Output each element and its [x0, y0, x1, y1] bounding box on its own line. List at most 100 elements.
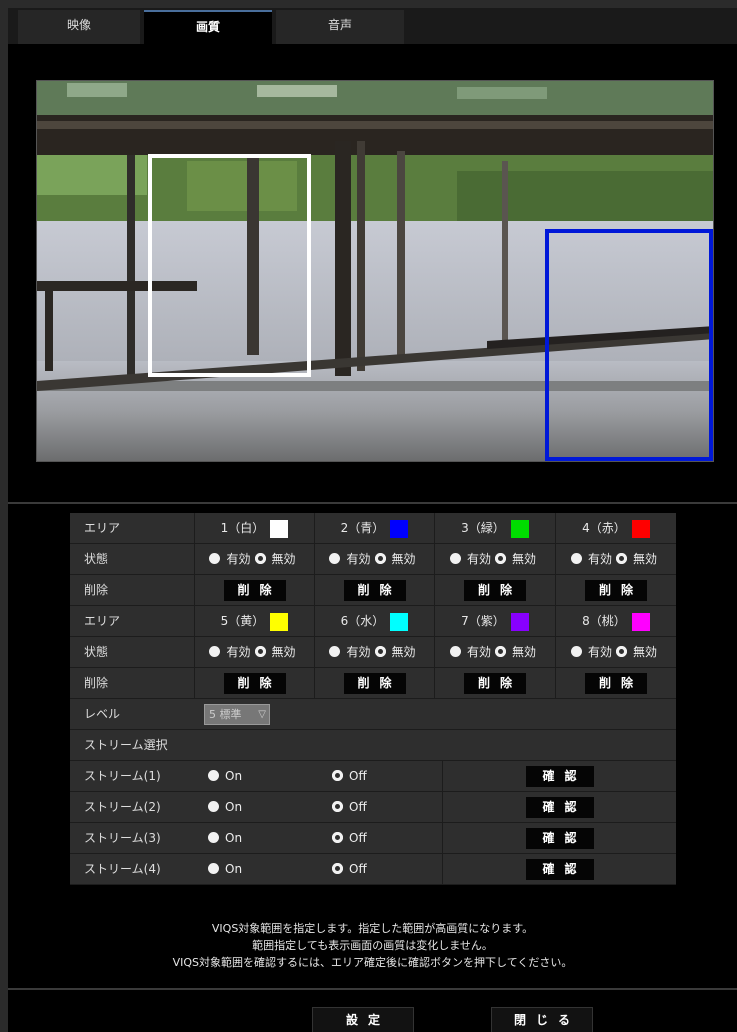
stream-section-label: ストリーム選択	[84, 738, 168, 752]
status-area-6: 有効 無効	[314, 637, 434, 668]
enable-radio[interactable]	[570, 553, 582, 564]
color-swatch-cyan	[390, 612, 409, 631]
status-area-1: 有効 無効	[194, 544, 314, 575]
stream-off-radio[interactable]	[332, 863, 343, 874]
color-swatch-green	[510, 519, 529, 538]
color-swatch-white	[270, 519, 289, 538]
area-label: エリア	[84, 521, 121, 535]
delete-area-8-button[interactable]: 削除	[585, 673, 647, 694]
preview-image	[37, 81, 713, 461]
status-row-1: 状態 有効 無効 有効 無効 有効 無効 有効 無効	[70, 544, 676, 575]
status-label: 状態	[84, 552, 109, 566]
delete-label: 削除	[84, 583, 109, 597]
level-select[interactable]: 5 標準 ▽	[204, 704, 270, 725]
status-area-3: 有効 無効	[434, 544, 555, 575]
disable-radio[interactable]	[495, 553, 506, 564]
stream-on-radio[interactable]	[208, 832, 219, 843]
footer-divider	[8, 988, 737, 990]
stream-off-radio[interactable]	[332, 770, 343, 781]
delete-area-6-button[interactable]: 削除	[343, 673, 406, 694]
level-row: レベル 5 標準 ▽	[70, 699, 676, 730]
tab-image-quality[interactable]: 画質	[144, 10, 272, 44]
area-label: エリア	[84, 614, 121, 628]
area-row-1: エリア 1（白） 2（青） 3（緑） 4（赤）	[70, 513, 676, 544]
disable-radio[interactable]	[495, 646, 506, 657]
area-5-header: 5（黄）	[194, 606, 314, 637]
status-row-2: 状態 有効 無効 有効 無効 有効 無効 有効 無効	[70, 637, 676, 668]
delete-area-2-button[interactable]: 削除	[343, 580, 406, 601]
status-label: 状態	[84, 645, 109, 659]
color-swatch-pink	[631, 612, 650, 631]
confirm-button[interactable]: 確認	[525, 859, 594, 880]
level-label: レベル	[84, 707, 121, 721]
disable-radio[interactable]	[254, 553, 266, 564]
stream-label: ストリーム(3)	[84, 831, 161, 845]
divider	[8, 502, 737, 504]
delete-area-1-button[interactable]: 削除	[223, 580, 286, 601]
close-button[interactable]: 閉じる	[491, 1007, 593, 1032]
stream-on-radio[interactable]	[208, 770, 219, 781]
disable-radio[interactable]	[374, 646, 386, 657]
set-button[interactable]: 設定	[312, 1007, 414, 1032]
color-swatch-blue	[390, 519, 409, 538]
stream-row-1: ストリーム(1) On Off 確認	[70, 761, 676, 792]
tab-audio[interactable]: 音声	[276, 10, 404, 44]
area-row-2: エリア 5（黄） 6（水） 7（紫） 8（桃）	[70, 606, 676, 637]
stream-row-3: ストリーム(3) On Off 確認	[70, 823, 676, 854]
stream-section-header: ストリーム選択	[70, 730, 676, 761]
enable-radio[interactable]	[209, 553, 221, 564]
area-3-header: 3（緑）	[434, 513, 555, 544]
delete-label: 削除	[84, 676, 109, 690]
enable-radio[interactable]	[329, 646, 341, 657]
tab-bar: 映像 画質 音声	[8, 8, 737, 44]
enable-radio[interactable]	[329, 553, 341, 564]
area-settings-table: エリア 1（白） 2（青） 3（緑） 4（赤） 状態 有効 無効 有効 無効 有…	[70, 513, 676, 885]
help-note-2: 範囲指定しても表示画面の画質は変化しません。	[252, 939, 493, 952]
stream-off-radio[interactable]	[332, 832, 343, 843]
stream-row-4: ストリーム(4) On Off 確認	[70, 854, 676, 885]
delete-area-3-button[interactable]: 削除	[464, 580, 526, 601]
tab-video[interactable]: 映像	[18, 10, 140, 44]
delete-area-4-button[interactable]: 削除	[585, 580, 647, 601]
status-area-4: 有効 無効	[555, 544, 676, 575]
stream-label: ストリーム(4)	[84, 862, 161, 876]
stream-on-radio[interactable]	[208, 801, 219, 812]
enable-radio[interactable]	[209, 646, 221, 657]
area-1-header: 1（白）	[194, 513, 314, 544]
stream-off-radio[interactable]	[332, 801, 343, 812]
color-swatch-purple	[510, 612, 529, 631]
status-area-2: 有効 無効	[314, 544, 434, 575]
status-area-8: 有効 無効	[555, 637, 676, 668]
settings-window: 映像 画質 音声 エリア 1（白） 2（青） 3（緑） 4（赤） 状態 有効 無…	[8, 8, 737, 1032]
help-note-3: VIQS対象範囲を確認するには、エリア確定後に確認ボタンを押下してください。	[172, 956, 573, 969]
enable-radio[interactable]	[449, 553, 461, 564]
chevron-down-icon: ▽	[258, 709, 266, 720]
status-area-7: 有効 無効	[434, 637, 555, 668]
status-area-5: 有効 無効	[194, 637, 314, 668]
disable-radio[interactable]	[616, 646, 627, 657]
disable-radio[interactable]	[374, 553, 386, 564]
disable-radio[interactable]	[254, 646, 266, 657]
confirm-button[interactable]: 確認	[525, 797, 594, 818]
confirm-button[interactable]: 確認	[525, 766, 594, 787]
camera-preview[interactable]	[36, 80, 714, 462]
stream-on-radio[interactable]	[208, 863, 219, 874]
delete-row-2: 削除 削除 削除 削除 削除	[70, 668, 676, 699]
confirm-button[interactable]: 確認	[525, 828, 594, 849]
area-6-header: 6（水）	[314, 606, 434, 637]
stream-row-2: ストリーム(2) On Off 確認	[70, 792, 676, 823]
enable-radio[interactable]	[449, 646, 461, 657]
color-swatch-red	[631, 519, 650, 538]
area-8-header: 8（桃）	[555, 606, 676, 637]
help-note-1: VIQS対象範囲を指定します。指定した範囲が高画質になります。	[211, 922, 534, 935]
delete-area-7-button[interactable]: 削除	[464, 673, 526, 694]
area-2-header: 2（青）	[314, 513, 434, 544]
color-swatch-yellow	[270, 612, 289, 631]
delete-area-5-button[interactable]: 削除	[223, 673, 286, 694]
disable-radio[interactable]	[616, 553, 627, 564]
area-7-header: 7（紫）	[434, 606, 555, 637]
stream-label: ストリーム(1)	[84, 769, 161, 783]
stream-label: ストリーム(2)	[84, 800, 161, 814]
delete-row-1: 削除 削除 削除 削除 削除	[70, 575, 676, 606]
enable-radio[interactable]	[570, 646, 582, 657]
